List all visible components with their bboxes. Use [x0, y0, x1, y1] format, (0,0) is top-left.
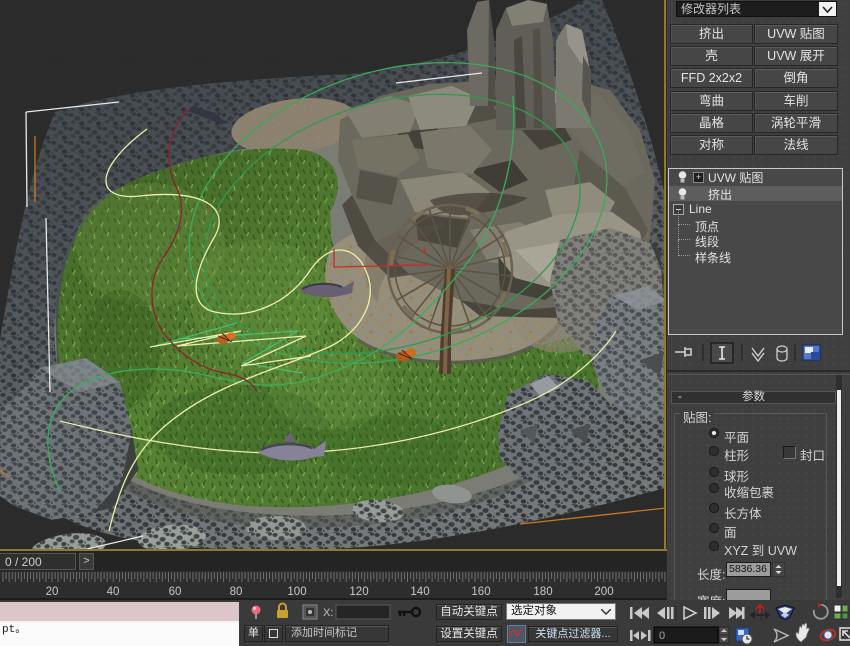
svg-text:140: 140 [410, 586, 429, 598]
svg-text:200: 200 [594, 586, 613, 598]
svg-text:180: 180 [533, 586, 552, 598]
svg-text:80: 80 [230, 586, 243, 598]
svg-text:X:: X: [323, 607, 333, 619]
svg-text:20: 20 [46, 586, 59, 598]
svg-text:120: 120 [349, 586, 368, 598]
svg-text:60: 60 [169, 586, 182, 598]
svg-text:0: 0 [659, 630, 665, 642]
svg-text:100: 100 [287, 586, 306, 598]
svg-text:160: 160 [471, 586, 490, 598]
svg-text:40: 40 [107, 586, 120, 598]
